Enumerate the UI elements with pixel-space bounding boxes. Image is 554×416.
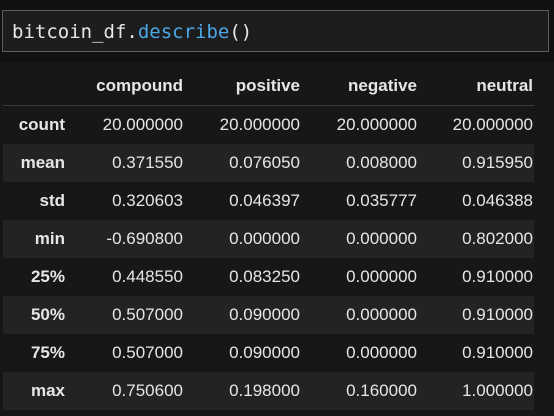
code-parens: () [229,21,253,43]
table-row: 25% 0.448550 0.083250 0.000000 0.910000 [3,258,534,296]
row-label: 75% [30,343,65,362]
table-cell: 1.000000 [462,381,533,400]
table-header-row: compound positive negative neutral [3,67,534,106]
table-cell: 20.000000 [219,115,300,134]
table-cell: 0.198000 [229,381,300,400]
table-cell: 0.371550 [112,153,183,172]
table-cell: 0.507000 [112,305,183,324]
code-object-name: bitcoin_df [12,21,127,43]
table-cell: 0.000000 [346,343,417,362]
table-cell: 0.910000 [462,267,533,286]
table-cell: 20.000000 [336,115,417,134]
table-cell: 0.083250 [229,267,300,286]
code-method-name: describe [137,21,230,43]
table-cell: 0.046397 [229,191,300,210]
table-row: mean 0.371550 0.076050 0.008000 0.915950 [3,144,534,182]
column-header: compound [65,67,184,106]
table-row: 75% 0.507000 0.090000 0.000000 0.910000 [3,334,534,372]
table-cell: 0.090000 [229,343,300,362]
table-cell: 0.320603 [112,191,183,210]
table-cell: 0.076050 [229,153,300,172]
cell-output: compound positive negative neutral count… [0,62,554,416]
table-cell: 0.000000 [346,305,417,324]
table-cell: 0.507000 [112,343,183,362]
table-row: max 0.750600 0.198000 0.160000 1.000000 [3,372,534,410]
row-label: max [30,381,65,400]
row-label: 25% [30,267,65,286]
table-cell: 0.090000 [229,305,300,324]
row-label: 50% [30,305,65,324]
table-row: min -0.690800 0.000000 0.000000 0.802000 [3,220,534,258]
row-label: min [34,229,65,248]
table-cell: 0.000000 [229,229,300,248]
table-row: std 0.320603 0.046397 0.035777 0.046388 [3,182,534,220]
code-dot: . [126,21,138,43]
code-cell-input[interactable]: bitcoin_df.describe() [2,10,549,52]
index-header [3,67,65,106]
table-cell: 0.160000 [346,381,417,400]
column-header: positive [184,67,301,106]
table-cell: 0.915950 [462,153,533,172]
table-cell: 0.750600 [112,381,183,400]
table-cell: 0.046388 [462,191,533,210]
table-cell: 0.000000 [346,229,417,248]
table-cell: 0.000000 [346,267,417,286]
row-label: count [18,115,65,134]
notebook-view: bitcoin_df.describe() compound positive … [0,0,554,416]
table-cell: 0.802000 [462,229,533,248]
table-cell: 0.448550 [112,267,183,286]
table-cell: 20.000000 [452,115,533,134]
row-label: std [39,191,66,210]
column-header: neutral [418,67,534,106]
dataframe-table: compound positive negative neutral count… [3,67,534,410]
table-cell: 0.910000 [462,305,533,324]
table-cell: 20.000000 [102,115,183,134]
table-cell: 0.910000 [462,343,533,362]
table-cell: -0.690800 [106,229,183,248]
table-cell: 0.008000 [346,153,417,172]
table-row: count 20.000000 20.000000 20.000000 20.0… [3,105,534,144]
table-row: 50% 0.507000 0.090000 0.000000 0.910000 [3,296,534,334]
column-header: negative [301,67,418,106]
row-label: mean [20,153,65,172]
table-cell: 0.035777 [346,191,417,210]
